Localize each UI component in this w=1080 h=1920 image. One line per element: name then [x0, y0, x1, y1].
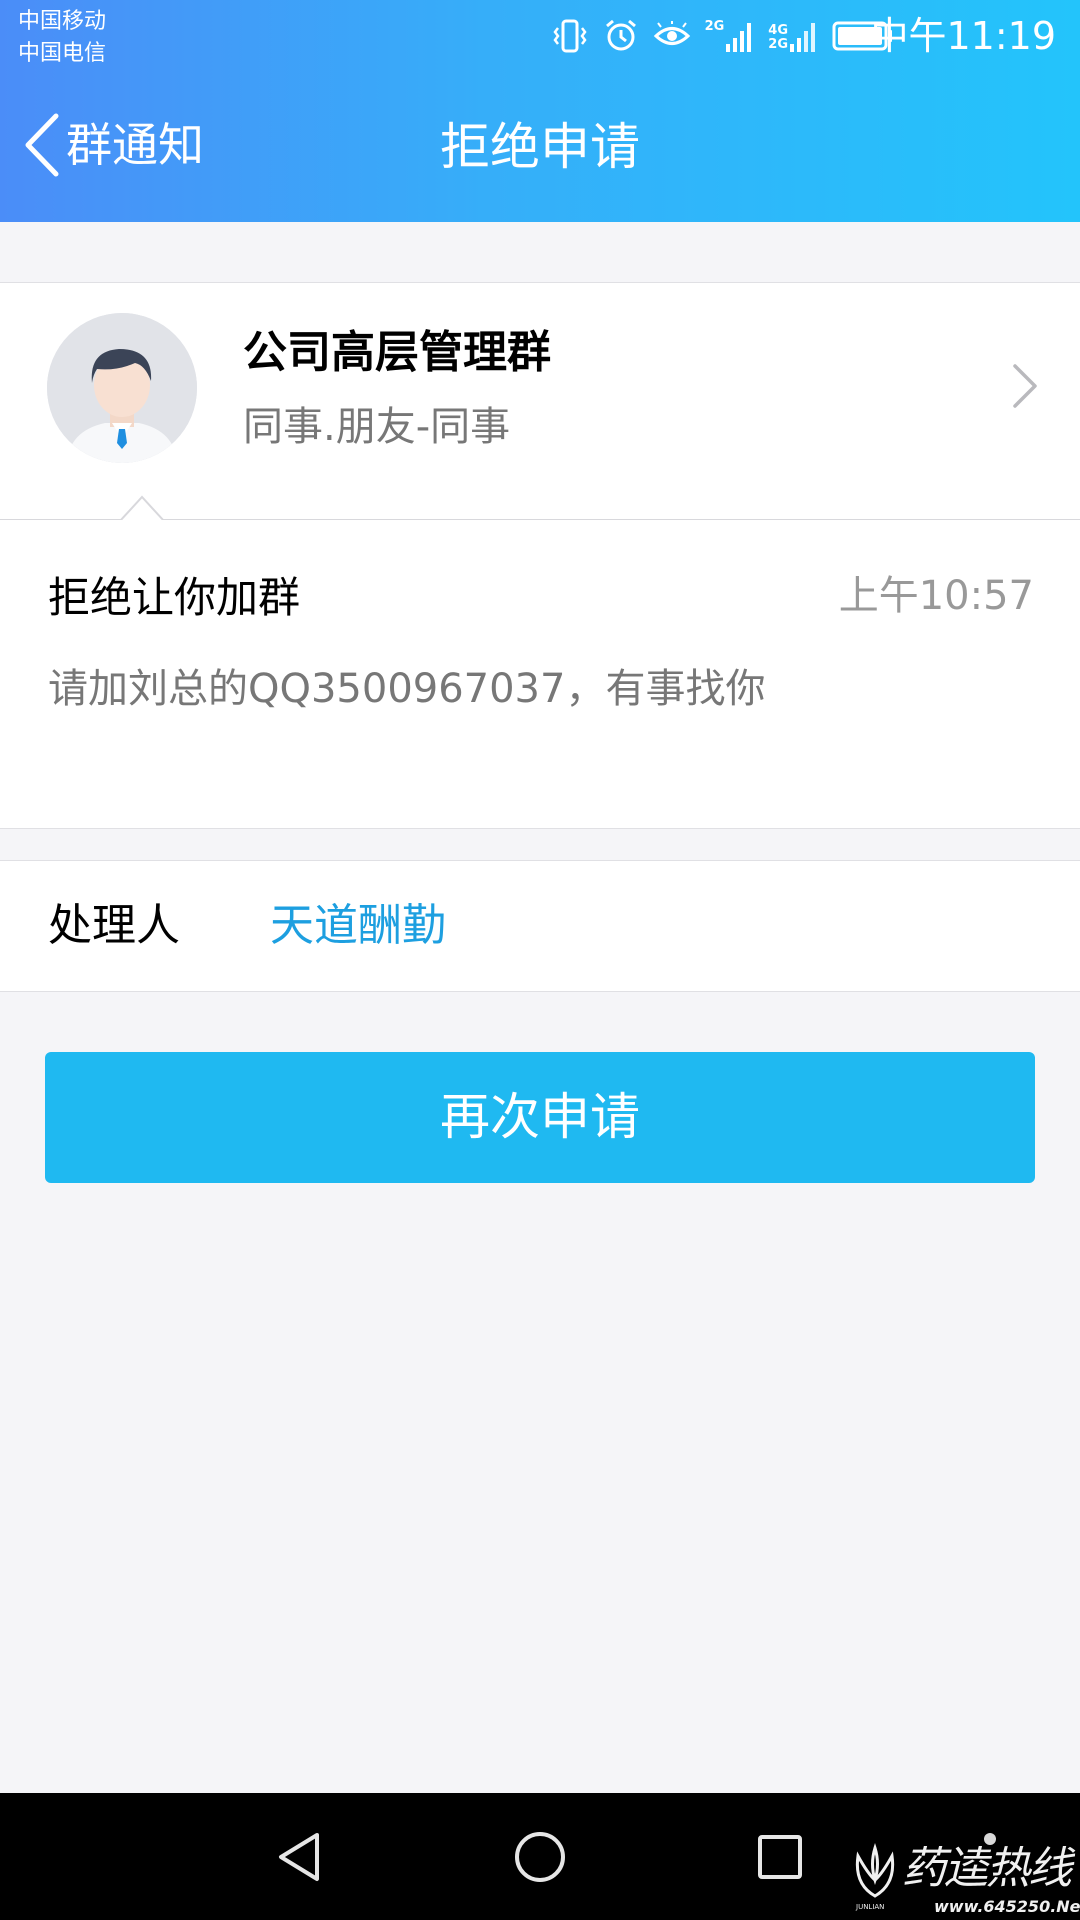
group-name: 公司高层管理群 — [243, 327, 551, 378]
page-title: 拒绝申请 — [440, 118, 640, 176]
group-category: 同事.朋友-同事 — [243, 404, 511, 450]
signal-icon — [790, 23, 815, 52]
watermark-logo-icon — [855, 1842, 895, 1898]
square-recent-icon — [758, 1834, 802, 1879]
message-title: 拒绝让你加群 — [48, 573, 301, 622]
reapply-button[interactable]: 再次申请 — [45, 1052, 1035, 1183]
network-label-1: 2G — [704, 19, 725, 34]
header: 中国移动 中国电信 2G 4G 2G 中午11:19 群通知 拒绝申请 — [0, 0, 1080, 222]
circle-home-icon — [515, 1831, 565, 1882]
handler-label: 处理人 — [48, 900, 180, 951]
carrier-2: 中国电信 — [18, 41, 107, 66]
watermark-url: www.645250.Net — [934, 1897, 1080, 1916]
network-label-2: 4G — [768, 23, 788, 38]
watermark: 药逵热线 JUNLIAN www.645250.Net — [848, 1840, 1080, 1920]
status-icons: 2G 4G 2G — [551, 14, 894, 58]
system-home-button[interactable] — [480, 1793, 600, 1920]
watermark-brand: JUNLIAN — [856, 1903, 885, 1911]
eye-icon — [653, 21, 691, 51]
network-label-3: 2G — [768, 37, 788, 52]
chevron-right-icon — [1012, 363, 1038, 413]
message-section: 拒绝让你加群 上午10:57 请加刘总的QQ3500967037，有事找你 — [0, 520, 1080, 829]
signal-group-2: 4G 2G — [768, 20, 818, 52]
system-back-button[interactable] — [239, 1793, 359, 1920]
vibrate-icon — [551, 18, 589, 54]
system-recent-button[interactable] — [720, 1793, 840, 1920]
group-card[interactable]: 公司高层管理群 同事.朋友-同事 — [0, 282, 1080, 524]
carrier-labels: 中国移动 中国电信 — [18, 6, 106, 70]
message-time: 上午10:57 — [838, 573, 1034, 619]
signal-group-1: 2G — [705, 20, 755, 52]
message-body: 请加刘总的QQ3500967037，有事找你 — [48, 666, 766, 712]
group-avatar — [47, 313, 197, 463]
handler-row: 处理人 天道酬勤 — [0, 860, 1080, 992]
nav-bar: 群通知 拒绝申请 — [0, 72, 1080, 222]
status-bar: 中国移动 中国电信 2G 4G 2G 中午11:19 — [0, 0, 1080, 72]
alarm-icon — [603, 18, 639, 54]
watermark-text: 药逵热线 — [902, 1843, 1072, 1894]
triangle-back-icon — [279, 1832, 319, 1881]
clock: 中午11:19 — [870, 14, 1056, 58]
carrier-1: 中国移动 — [18, 9, 107, 34]
signal-icon — [726, 23, 752, 52]
handler-name-link[interactable]: 天道酬勤 — [270, 895, 446, 957]
